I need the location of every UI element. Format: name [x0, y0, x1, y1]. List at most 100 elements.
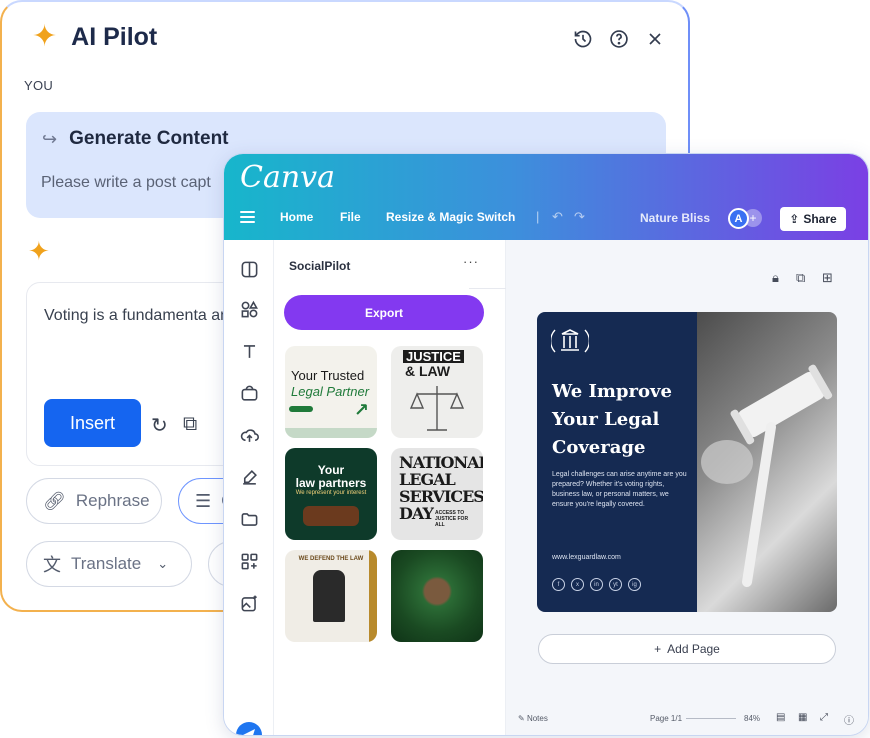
template-thumbnail[interactable]: WE DEFEND THE LAW — [285, 550, 377, 642]
panel-title: SocialPilot — [289, 259, 351, 273]
pages-icon[interactable]: ▦ — [798, 712, 807, 723]
translate-icon: 文 — [43, 555, 61, 575]
chevron-down-icon: ⌄ — [157, 556, 169, 571]
design-left-panel: We Improve Your Legal Coverage Legal cha… — [537, 312, 697, 612]
regenerate-icon[interactable]: ↻ — [151, 413, 168, 438]
facebook-icon: f — [552, 578, 565, 591]
template-text: NATIONAL — [399, 453, 483, 472]
page-indicator[interactable]: Page 1/1 — [650, 714, 682, 723]
rephrase-button[interactable]: 🔗︎ Rephrase — [26, 478, 162, 524]
design-headline: We Improve Your Legal Coverage — [552, 381, 672, 458]
brand-name[interactable]: Nature Bliss — [640, 211, 710, 225]
nav-resize-magic-switch[interactable]: Resize & Magic Switch — [386, 210, 515, 224]
notes-button[interactable]: ✎ Notes — [518, 714, 548, 723]
template-text: LEGAL — [399, 470, 456, 489]
nav-home[interactable]: Home — [280, 210, 313, 224]
history-icon[interactable] — [572, 28, 594, 50]
design-socials: f x in yt ig — [552, 578, 641, 591]
prompt-text: Please write a post capt — [41, 174, 211, 191]
template-thumbnail[interactable]: Your law partners We represent your inte… — [285, 448, 377, 540]
sparkle-icon: ✦ — [32, 20, 58, 53]
draw-icon[interactable] — [238, 466, 260, 488]
elements-icon[interactable] — [238, 298, 260, 320]
more-options-icon[interactable]: ··· — [463, 254, 479, 269]
footer-bar: ✎ Notes Page 1/1 84% ▤ ▦ ⤢ ⓘ — [506, 706, 868, 735]
upload-icon: ⇪ — [789, 212, 800, 226]
notes-icon: ✎ — [518, 714, 527, 723]
fullscreen-icon[interactable]: ⤢ — [820, 712, 828, 723]
template-text: WE DEFEND THE LAW — [298, 556, 364, 562]
translate-dropdown[interactable]: 文 Translate ⌄ — [26, 541, 192, 587]
copy-icon[interactable]: ⧉ — [183, 413, 197, 436]
nav-file[interactable]: File — [340, 210, 361, 224]
menu-icon[interactable] — [240, 211, 255, 226]
instagram-icon: ig — [628, 578, 641, 591]
template-thumbnail[interactable]: JUSTICE & LAW — [391, 346, 483, 438]
grid-view-icon[interactable]: ▤ — [776, 712, 785, 723]
canva-logo: Canva — [240, 160, 335, 195]
youtube-icon: yt — [609, 578, 622, 591]
zoom-slider[interactable] — [686, 718, 736, 719]
insert-button[interactable]: Insert — [44, 399, 141, 447]
template-text: Your — [317, 463, 345, 477]
canva-header: Canva Home File Resize & Magic Switch | … — [224, 154, 868, 240]
notes-label: Notes — [526, 714, 548, 723]
sliders-icon: ☰ — [195, 490, 212, 511]
canva-window: Canva Home File Resize & Magic Switch | … — [223, 153, 869, 736]
figure-shape — [313, 570, 345, 622]
lock-icon[interactable]: 🔒︎ — [772, 270, 779, 286]
upload-cloud-icon[interactable] — [238, 424, 260, 446]
gavel-shape — [303, 506, 359, 526]
zoom-level[interactable]: 84% — [744, 714, 760, 723]
template-text: law partners — [295, 476, 367, 490]
ai-pilot-toolbar — [572, 28, 666, 50]
ai-pilot-header: ✦ AI Pilot — [32, 22, 157, 52]
template-text: JUSTICE — [403, 350, 464, 363]
canvas-workspace: 🔒︎ ⧉ ⊞ We Improve Your Legal Coverage Le… — [506, 240, 868, 735]
template-pill — [289, 406, 313, 412]
divider-icon: | — [536, 209, 540, 224]
magic-media-icon[interactable] — [238, 592, 260, 614]
add-page-button[interactable]: + Add Page — [538, 634, 836, 664]
template-thumbnail[interactable] — [391, 550, 483, 642]
template-thumbnail[interactable]: Your Trusted Legal Partner ↗ — [285, 346, 377, 438]
undo-icon[interactable]: ↶ — [552, 209, 563, 225]
redo-icon[interactable]: ↷ — [574, 209, 585, 225]
linkedin-icon: in — [590, 578, 603, 591]
add-page-label: Add Page — [667, 642, 720, 656]
template-thumbnail[interactable]: NATIONAL LEGAL SERVICES DAY ACCESS TO JU… — [391, 448, 483, 540]
avatar[interactable]: A — [728, 208, 749, 229]
ai-pilot-title: AI Pilot — [71, 22, 158, 51]
translate-label: Translate — [71, 554, 142, 573]
prompt-header: ↪ Generate Content — [42, 128, 229, 150]
arrow-icon: ↗ — [353, 400, 369, 420]
template-text: & LAW — [405, 363, 451, 379]
rephrase-label: Rephrase — [75, 491, 150, 510]
template-band — [285, 428, 377, 438]
link-icon: 🔗︎ — [43, 490, 66, 511]
design-icon[interactable] — [238, 258, 260, 280]
design-body: Legal challenges can arise anytime are y… — [552, 471, 687, 508]
close-icon[interactable] — [644, 28, 666, 50]
folder-icon[interactable] — [238, 508, 260, 530]
x-icon: x — [571, 578, 584, 591]
share-button[interactable]: ⇪ Share — [780, 207, 846, 231]
brand-icon[interactable] — [238, 382, 260, 404]
design-canvas[interactable]: We Improve Your Legal Coverage Legal cha… — [537, 312, 837, 612]
export-button[interactable]: Export — [284, 295, 484, 330]
apps-icon[interactable] — [238, 550, 260, 572]
reply-arrow-icon: ↪ — [42, 128, 58, 149]
help-icon[interactable]: ⓘ — [844, 712, 854, 727]
template-band — [369, 550, 377, 642]
template-text: Legal Partner — [291, 384, 370, 399]
tool-rail — [224, 240, 274, 735]
duplicate-icon[interactable]: ⧉ — [796, 270, 805, 286]
add-page-icon[interactable]: ⊞ — [822, 270, 833, 286]
scales-icon — [409, 386, 465, 431]
socialpilot-app-icon[interactable] — [236, 722, 262, 735]
text-icon[interactable] — [238, 340, 260, 362]
you-label: YOU — [24, 78, 54, 93]
help-icon[interactable] — [608, 28, 630, 50]
gavel-image — [701, 364, 833, 587]
socialpilot-panel: SocialPilot ··· Export Your Trusted Lega… — [274, 240, 619, 735]
